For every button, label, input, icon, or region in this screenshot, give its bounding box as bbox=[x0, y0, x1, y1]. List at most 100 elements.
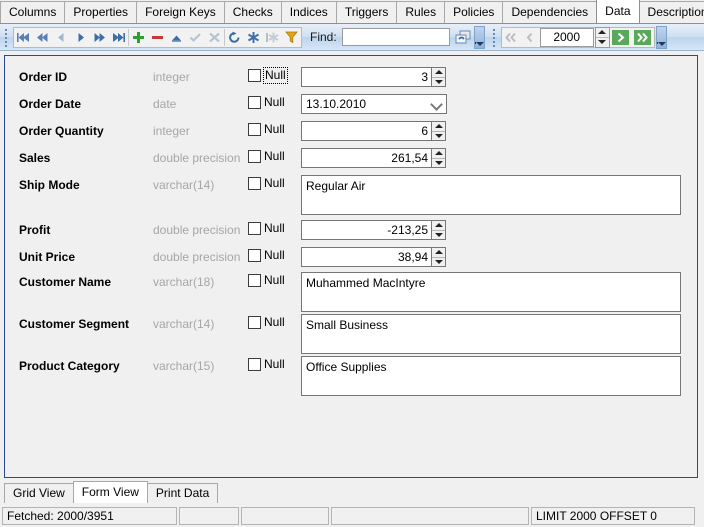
toolbar-grip-right[interactable] bbox=[491, 27, 499, 47]
tab-grid-view[interactable]: Grid View bbox=[4, 483, 74, 503]
sales-stepper-up[interactable] bbox=[432, 149, 445, 158]
null-checkbox-ship-mode[interactable] bbox=[248, 177, 261, 190]
null-label-ship-mode: Null bbox=[264, 176, 285, 191]
null-checkbox-product-category[interactable] bbox=[248, 358, 261, 371]
refresh-icon[interactable] bbox=[225, 28, 244, 47]
customer-name-input[interactable]: Muhammed MacIntyre bbox=[301, 272, 681, 312]
null-checkbox-order-id[interactable] bbox=[248, 69, 261, 82]
previous-record-icon[interactable] bbox=[52, 28, 71, 47]
null-checkbox-customer-name[interactable] bbox=[248, 274, 261, 287]
field-type-product-category: varchar(15) bbox=[153, 356, 248, 374]
search-input[interactable] bbox=[342, 28, 450, 46]
first-record-icon[interactable] bbox=[14, 28, 33, 47]
customer-segment-input[interactable]: Small Business bbox=[301, 314, 681, 354]
double-chevron-left-icon[interactable] bbox=[502, 28, 521, 47]
ship-mode-input[interactable]: Regular Air bbox=[301, 175, 681, 215]
view-mode-tabs: Grid View Form View Print Data bbox=[4, 481, 698, 503]
double-chevron-right-icon[interactable] bbox=[632, 28, 654, 47]
page-nav-group bbox=[501, 27, 655, 48]
field-input-order-id bbox=[301, 67, 446, 87]
page-stepper-up[interactable] bbox=[596, 28, 609, 37]
null-checkbox-customer-segment[interactable] bbox=[248, 316, 261, 329]
last-record-icon[interactable] bbox=[109, 28, 128, 47]
null-checkbox-unit-price[interactable] bbox=[248, 249, 261, 262]
profit-stepper-down[interactable] bbox=[432, 230, 445, 240]
order-quantity-stepper-down[interactable] bbox=[432, 131, 445, 141]
sales-stepper-down[interactable] bbox=[432, 158, 445, 168]
field-type-customer-segment: varchar(14) bbox=[153, 314, 248, 332]
commit-icon[interactable] bbox=[167, 28, 186, 47]
order-id-stepper-up[interactable] bbox=[432, 68, 445, 77]
null-checkbox-order-date[interactable] bbox=[248, 96, 261, 109]
null-checkbox-profit[interactable] bbox=[248, 222, 261, 235]
order-id-input[interactable] bbox=[301, 67, 432, 87]
null-checkbox-order-quantity[interactable] bbox=[248, 123, 261, 136]
tab-foreign-keys[interactable]: Foreign Keys bbox=[136, 1, 225, 23]
cancel-x-icon[interactable] bbox=[205, 28, 224, 47]
unit-price-stepper-down[interactable] bbox=[432, 257, 445, 267]
status-limit-offset: LIMIT 2000 OFFSET 0 bbox=[531, 507, 695, 525]
pager-overflow-icon[interactable] bbox=[656, 26, 667, 49]
profit-input[interactable] bbox=[301, 220, 432, 240]
tab-properties[interactable]: Properties bbox=[64, 1, 137, 23]
status-cell-3 bbox=[241, 507, 329, 525]
tab-data[interactable]: Data bbox=[596, 0, 639, 23]
page-stepper-down[interactable] bbox=[596, 37, 609, 47]
chevron-left-icon[interactable] bbox=[521, 28, 540, 47]
tab-columns[interactable]: Columns bbox=[0, 1, 65, 23]
find-options-icon[interactable] bbox=[454, 28, 473, 47]
chevron-down-icon[interactable] bbox=[431, 99, 442, 110]
tab-policies[interactable]: Policies bbox=[444, 1, 503, 23]
tab-checks[interactable]: Checks bbox=[224, 1, 282, 23]
tab-print-data[interactable]: Print Data bbox=[147, 483, 218, 503]
field-type-unit-price: double precision bbox=[153, 247, 248, 265]
null-checkbox-sales[interactable] bbox=[248, 150, 261, 163]
asterisk-off-icon[interactable] bbox=[263, 28, 282, 47]
tab-rules[interactable]: Rules bbox=[396, 1, 445, 23]
product-category-input[interactable]: Office Supplies bbox=[301, 356, 681, 396]
field-type-ship-mode: varchar(14) bbox=[153, 175, 248, 193]
profit-stepper-up[interactable] bbox=[432, 221, 445, 230]
order-id-stepper-down[interactable] bbox=[432, 77, 445, 87]
field-type-sales: double precision bbox=[153, 148, 248, 166]
profit-stepper[interactable] bbox=[432, 220, 446, 240]
previous-page-icon[interactable] bbox=[33, 28, 52, 47]
null-label-sales: Null bbox=[264, 149, 285, 164]
delete-row-icon[interactable] bbox=[148, 28, 167, 47]
tab-description[interactable]: Description bbox=[639, 1, 704, 23]
order-date-input[interactable]: 13.10.2010 bbox=[301, 94, 447, 114]
asterisk-icon[interactable] bbox=[244, 28, 263, 47]
data-toolbar: Find: bbox=[0, 24, 704, 51]
sales-stepper[interactable] bbox=[432, 148, 446, 168]
toolbar-overflow-icon[interactable] bbox=[474, 26, 485, 49]
field-type-order-quantity: integer bbox=[153, 121, 248, 139]
filter-icon[interactable] bbox=[282, 28, 301, 47]
toolbar-grip-left[interactable] bbox=[3, 27, 11, 47]
tab-indices[interactable]: Indices bbox=[281, 1, 337, 23]
next-page-icon[interactable] bbox=[90, 28, 109, 47]
unit-price-input[interactable] bbox=[301, 247, 432, 267]
tab-form-view[interactable]: Form View bbox=[73, 481, 148, 503]
next-record-icon[interactable] bbox=[71, 28, 90, 47]
order-quantity-input[interactable] bbox=[301, 121, 432, 141]
page-number-input[interactable] bbox=[540, 28, 594, 47]
sales-input[interactable] bbox=[301, 148, 432, 168]
tab-triggers[interactable]: Triggers bbox=[336, 1, 398, 23]
order-id-stepper[interactable] bbox=[432, 67, 446, 87]
unit-price-stepper-up[interactable] bbox=[432, 248, 445, 257]
add-row-icon[interactable] bbox=[129, 28, 148, 47]
tab-dependencies[interactable]: Dependencies bbox=[502, 1, 597, 23]
form-row-customer-name: Customer Name varchar(18) Null Muhammed … bbox=[5, 272, 697, 312]
apply-check-icon[interactable] bbox=[186, 28, 205, 47]
order-quantity-stepper[interactable] bbox=[432, 121, 446, 141]
null-control-sales: Null bbox=[248, 148, 301, 164]
chevron-right-icon[interactable] bbox=[610, 28, 632, 47]
form-row-order-quantity: Order Quantity integer Null bbox=[5, 121, 697, 141]
null-control-customer-name: Null bbox=[248, 272, 301, 288]
order-quantity-stepper-up[interactable] bbox=[432, 122, 445, 131]
record-nav-group bbox=[13, 27, 302, 48]
null-label-product-category: Null bbox=[264, 357, 285, 372]
object-tabstrip: Columns Properties Foreign Keys Checks I… bbox=[0, 0, 704, 24]
page-number-stepper[interactable] bbox=[595, 27, 610, 48]
unit-price-stepper[interactable] bbox=[432, 247, 446, 267]
